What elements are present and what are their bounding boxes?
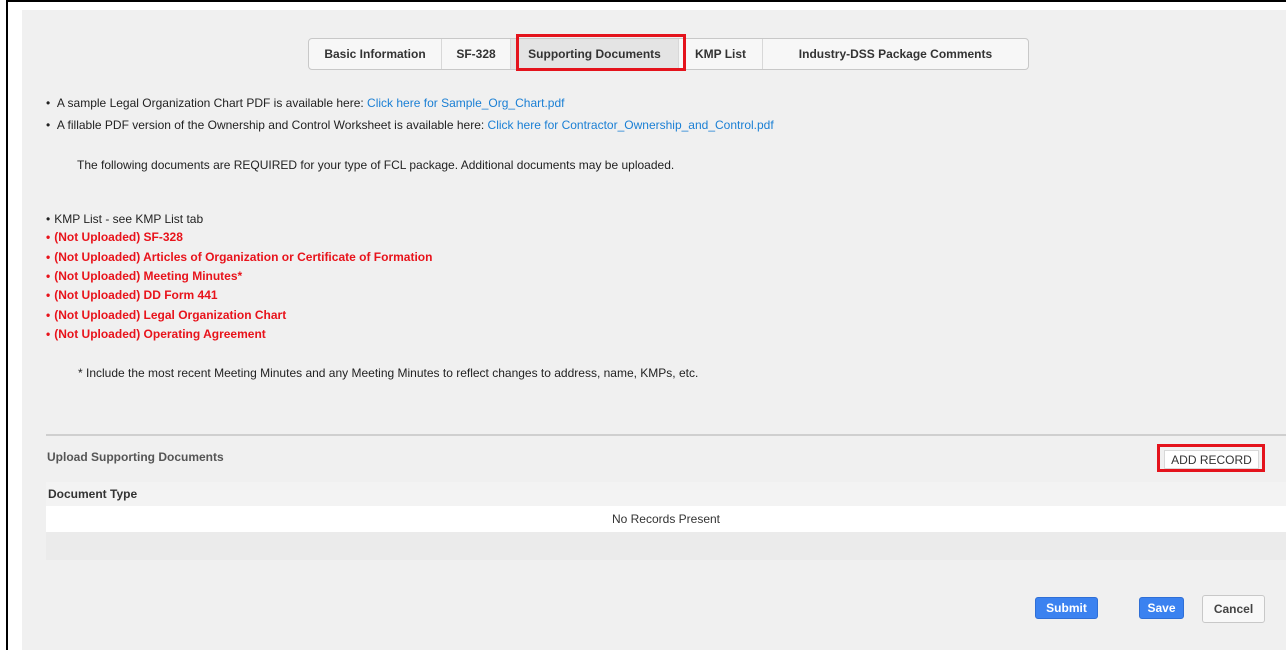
required-note: The following documents are REQUIRED for… xyxy=(77,158,675,172)
column-header-document-type[interactable]: Document Type xyxy=(46,482,1286,506)
window-border-left xyxy=(6,0,8,650)
ownership-control-link[interactable]: Click here for Contractor_Ownership_and_… xyxy=(488,118,774,132)
tab-basic-information[interactable]: Basic Information xyxy=(309,39,442,69)
sample-chart-line: A sample Legal Organization Chart PDF is… xyxy=(46,96,565,110)
meeting-minutes-footnote: * Include the most recent Meeting Minute… xyxy=(78,366,699,380)
missing-doc-item: (Not Uploaded) Articles of Organization … xyxy=(46,250,432,264)
save-button[interactable]: Save xyxy=(1139,597,1184,619)
grid-footer xyxy=(46,532,1286,560)
cancel-button[interactable]: Cancel xyxy=(1202,595,1265,623)
tab-kmp-list[interactable]: KMP List xyxy=(679,39,763,69)
worksheet-line: A fillable PDF version of the Ownership … xyxy=(46,118,774,132)
sample-org-chart-link[interactable]: Click here for Sample_Org_Chart.pdf xyxy=(367,96,564,110)
tab-industry-dss-package-comments[interactable]: Industry-DSS Package Comments xyxy=(763,39,1028,69)
missing-doc-item: (Not Uploaded) SF-328 xyxy=(46,230,183,244)
missing-doc-item: (Not Uploaded) Legal Organization Chart xyxy=(46,308,286,322)
missing-doc-item: (Not Uploaded) Operating Agreement xyxy=(46,327,266,341)
section-divider xyxy=(46,434,1286,436)
add-record-button[interactable]: ADD RECORD xyxy=(1164,450,1259,469)
main-panel: Basic Information SF-328 Supporting Docu… xyxy=(22,10,1286,650)
missing-doc-item: (Not Uploaded) Meeting Minutes* xyxy=(46,269,242,283)
kmp-list-item: KMP List - see KMP List tab xyxy=(46,212,203,226)
window-border-top xyxy=(6,0,1286,2)
tab-supporting-documents[interactable]: Supporting Documents xyxy=(511,39,679,69)
missing-doc-item: (Not Uploaded) DD Form 441 xyxy=(46,288,217,302)
tab-bar: Basic Information SF-328 Supporting Docu… xyxy=(308,38,1029,70)
worksheet-text: A fillable PDF version of the Ownership … xyxy=(56,118,488,132)
submit-button[interactable]: Submit xyxy=(1035,597,1098,619)
tab-sf-328[interactable]: SF-328 xyxy=(442,39,511,69)
upload-section-title: Upload Supporting Documents xyxy=(47,450,224,464)
empty-records-row: No Records Present xyxy=(46,506,1286,532)
sample-chart-text: A sample Legal Organization Chart PDF is… xyxy=(56,96,368,110)
